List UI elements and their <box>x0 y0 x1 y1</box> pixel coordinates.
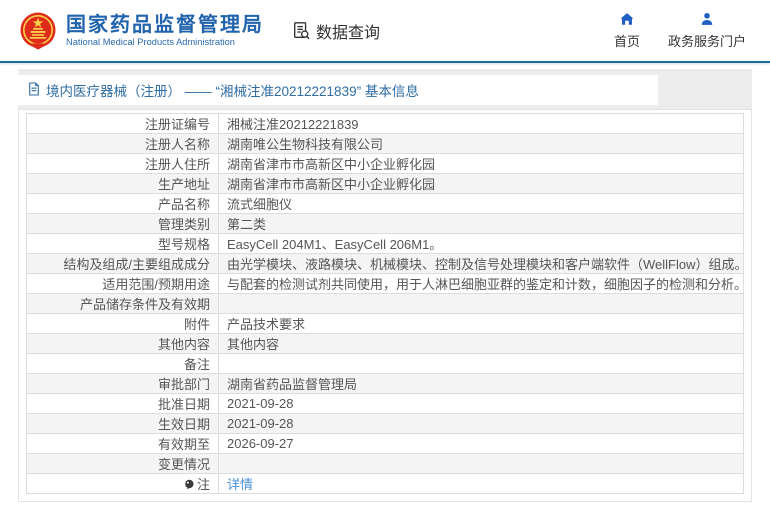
national-emblem-logo <box>18 11 58 51</box>
site-subtitle: National Medical Products Administration <box>66 37 235 47</box>
table-row: 适用范围/预期用途 与配套的检测试剂共同使用，用于人淋巴细胞亚群的鉴定和计数，细胞… <box>26 273 744 294</box>
row-label: 生效日期 <box>26 413 219 434</box>
page-title: 境内医疗器械（注册） —— “湘械注准20212221839” 基本信息 <box>46 84 419 99</box>
row-value: 湘械注准20212221839 <box>218 113 744 134</box>
table-row: 产品名称 流式细胞仪 <box>26 193 744 214</box>
nav-home-label: 首页 <box>613 34 640 49</box>
row-value: 由光学模块、液路模块、机械模块、控制及信号处理模块和客户端软件（WellFlow… <box>218 253 744 274</box>
table-row: 注册人住所 湖南省津市市高新区中小企业孵化园 <box>26 153 744 174</box>
table-row: 审批部门 湖南省药品监督管理局 <box>26 373 744 394</box>
row-label: 审批部门 <box>26 373 219 394</box>
table-row: 结构及组成/主要组成成分 由光学模块、液路模块、机械模块、控制及信号处理模块和客户… <box>26 253 744 274</box>
table-row: 型号规格 EasyCell 204M1、EasyCell 206M1。 <box>26 233 744 254</box>
row-value: 湖南省津市市高新区中小企业孵化园 <box>218 153 744 174</box>
row-label: 注册人住所 <box>26 153 219 174</box>
row-value <box>218 353 744 374</box>
row-label: 结构及组成/主要组成成分 <box>26 253 219 274</box>
table-row: 备注 <box>26 353 744 374</box>
row-value <box>218 293 744 314</box>
data-query-icon <box>292 21 311 40</box>
table-row: 注册人名称 湖南唯公生物科技有限公司 <box>26 133 744 154</box>
nav-home[interactable]: 首页 <box>614 11 640 50</box>
row-value: 2026-09-27 <box>218 433 744 454</box>
row-value: 详情 <box>218 473 744 494</box>
site-header: 国家药品监督管理局 National Medical Products Admi… <box>0 0 770 61</box>
document-icon <box>28 81 40 99</box>
row-value: 第二类 <box>218 213 744 234</box>
header-divider <box>0 61 770 63</box>
nav-portal-label: 政务服务门户 <box>667 34 746 49</box>
user-icon <box>699 11 715 27</box>
table-row: 有效期至 2026-09-27 <box>26 433 744 454</box>
row-value: 2021-09-28 <box>218 413 744 434</box>
table-row: 其他内容 其他内容 <box>26 333 744 354</box>
site-title: 国家药品监督管理局 <box>66 14 264 36</box>
info-panel: 注册证编号 湘械注准20212221839 注册人名称 湖南唯公生物科技有限公司 注册人… <box>18 109 752 502</box>
table-row: 批准日期 2021-09-28 <box>26 393 744 414</box>
row-value: 湖南省津市市高新区中小企业孵化园 <box>218 173 744 194</box>
table-row: 注册证编号 湘械注准20212221839 <box>26 113 744 134</box>
content-area: 境内医疗器械（注册） —— “湘械注准20212221839” 基本信息 注册证… <box>18 69 752 502</box>
row-label: 有效期至 <box>26 433 219 454</box>
row-label: 生产地址 <box>26 173 219 194</box>
table-row: 管理类别 第二类 <box>26 213 744 234</box>
logo-group[interactable]: 国家药品监督管理局 National Medical Products Admi… <box>18 11 264 51</box>
row-label: 产品储存条件及有效期 <box>26 293 219 314</box>
info-table: 注册证编号 湘械注准20212221839 注册人名称 湖南唯公生物科技有限公司 注册人… <box>26 113 744 494</box>
table-row: 生产地址 湖南省津市市高新区中小企业孵化园 <box>26 173 744 194</box>
row-value: 与配套的检测试剂共同使用，用于人淋巴细胞亚群的鉴定和计数，细胞因子的检测和分析。 <box>218 273 744 294</box>
nav-portal[interactable]: 政务服务门户 <box>668 11 746 50</box>
data-query-tab[interactable]: 数据查询 <box>292 19 380 43</box>
row-label: 附件 <box>26 313 219 334</box>
row-label: 产品名称 <box>26 193 219 214</box>
row-label: 其他内容 <box>26 333 219 354</box>
row-label: 型号规格 <box>26 233 219 254</box>
row-label: 适用范围/预期用途 <box>26 273 219 294</box>
table-row: 变更情况 <box>26 453 744 474</box>
row-label: 备注 <box>26 353 219 374</box>
home-icon <box>619 11 635 27</box>
table-row: 产品储存条件及有效期 <box>26 293 744 314</box>
table-row: 注详情 <box>26 473 744 494</box>
table-row: 生效日期 2021-09-28 <box>26 413 744 434</box>
row-label: 注 <box>26 473 219 494</box>
data-query-label: 数据查询 <box>316 24 381 42</box>
row-label: 注册人名称 <box>26 133 219 154</box>
table-row: 附件 产品技术要求 <box>26 313 744 334</box>
row-value: 湖南唯公生物科技有限公司 <box>218 133 744 154</box>
note-icon <box>184 478 195 493</box>
row-value: 流式细胞仪 <box>218 193 744 214</box>
row-label: 变更情况 <box>26 453 219 474</box>
row-label: 注册证编号 <box>26 113 219 134</box>
row-value: 产品技术要求 <box>218 313 744 334</box>
row-value: 其他内容 <box>218 333 744 354</box>
row-label: 批准日期 <box>26 393 219 414</box>
row-value: 2021-09-28 <box>218 393 744 414</box>
detail-link[interactable]: 详情 <box>227 477 253 492</box>
row-value <box>218 453 744 474</box>
breadcrumb: 境内医疗器械（注册） —— “湘械注准20212221839” 基本信息 <box>18 75 658 105</box>
row-label: 管理类别 <box>26 213 219 234</box>
top-nav: 首页 政务服务门户 <box>614 11 746 50</box>
row-value: 湖南省药品监督管理局 <box>218 373 744 394</box>
row-value: EasyCell 204M1、EasyCell 206M1。 <box>218 233 744 254</box>
